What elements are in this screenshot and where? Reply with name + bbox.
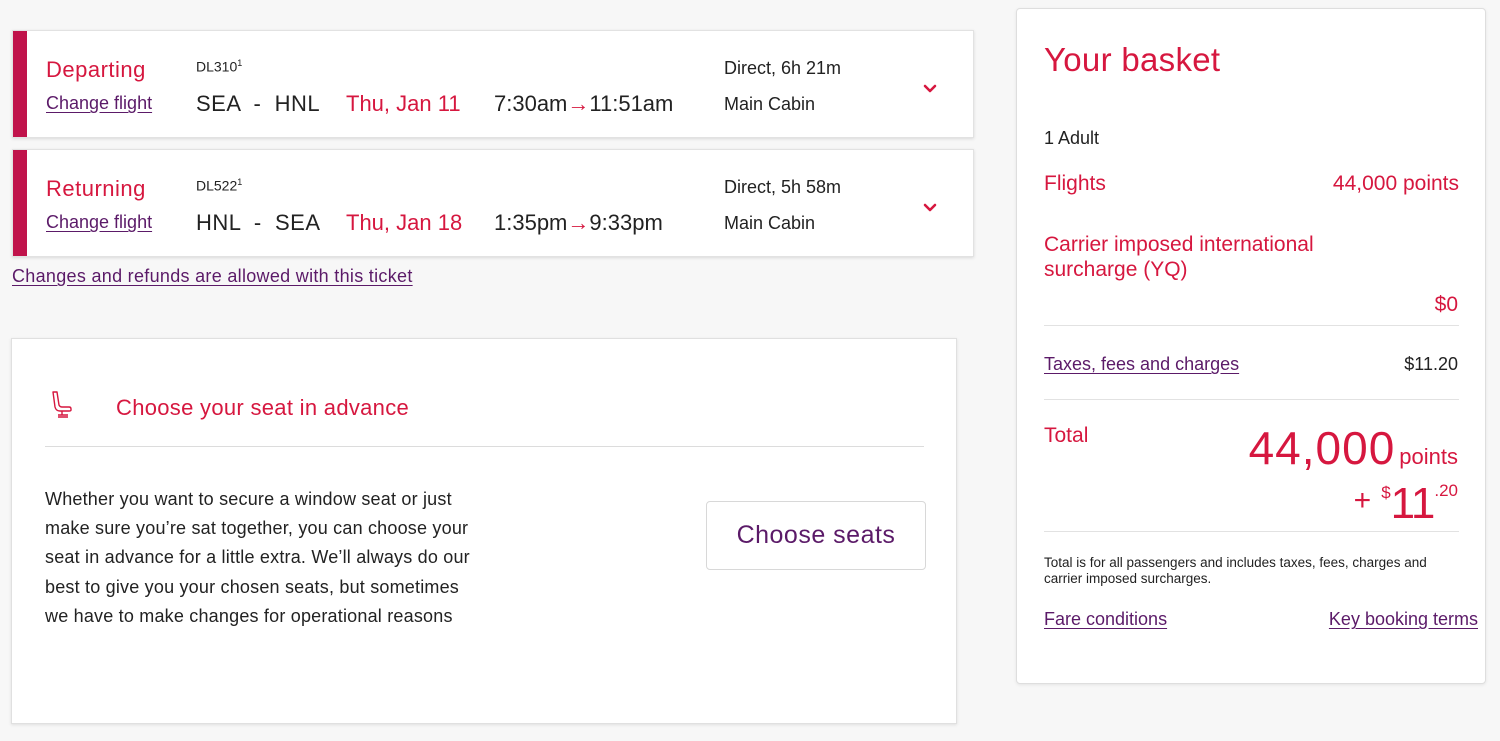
total-cash-cents: .20 — [1434, 481, 1458, 500]
passenger-count: 1 Adult — [1044, 128, 1100, 148]
seat-icon — [52, 391, 72, 418]
divider — [45, 446, 924, 447]
flight-direction: Departing — [46, 57, 146, 82]
flights-label: Flights — [1044, 172, 1106, 195]
divider — [1044, 399, 1459, 400]
basket-panel: Your basket 1 Adult Flights 44,000 point… — [1016, 8, 1486, 684]
flight-card-accent — [13, 31, 27, 137]
fare-conditions-link[interactable]: Fare conditions — [1044, 609, 1167, 630]
key-booking-terms-link[interactable]: Key booking terms — [1329, 609, 1478, 630]
flight-number: DL3101 — [196, 58, 242, 75]
flight-direction: Returning — [46, 176, 146, 201]
depart-time: 1:35pm — [494, 210, 568, 235]
flight-card-returning: Returning Change flight DL5221 HNL - SEA… — [12, 149, 974, 257]
flight-duration: Direct, 6h 21m — [724, 58, 842, 78]
currency-symbol: $ — [1381, 483, 1391, 502]
flight-cabin: Main Cabin — [724, 94, 816, 114]
flight-card-accent — [13, 150, 27, 256]
flight-footnote: 1 — [237, 177, 243, 187]
total-cash-whole: 11 — [1390, 479, 1436, 528]
arrive-time: 11:51am — [589, 91, 674, 116]
flight-date: Thu, Jan 18 — [346, 210, 463, 235]
divider — [1044, 531, 1459, 532]
total-cash: + $11.20 — [1354, 479, 1458, 529]
flight-footnote: 1 — [237, 58, 243, 68]
total-points-value: 44,000 — [1248, 422, 1396, 474]
flights-value: 44,000 points — [1332, 172, 1459, 195]
choose-seats-button[interactable]: Choose seats — [706, 501, 926, 570]
flight-duration: Direct, 5h 58m — [724, 177, 842, 197]
flight-route: SEA - HNL — [196, 91, 321, 116]
seat-section-title: Choose your seat in advance — [116, 395, 410, 420]
changes-refunds-link[interactable]: Changes and refunds are allowed with thi… — [12, 266, 413, 287]
flight-number: DL5221 — [196, 177, 242, 194]
flights-cost-row: Flights 44,000 points — [1044, 172, 1459, 196]
plus-sign: + — [1353, 484, 1372, 517]
change-flight-link[interactable]: Change flight — [46, 93, 152, 114]
chevron-down-icon[interactable] — [918, 77, 942, 101]
total-note: Total is for all passengers and includes… — [1044, 555, 1427, 586]
flight-cabin: Main Cabin — [724, 213, 816, 233]
surcharge-label: Carrier imposed international surcharge … — [1044, 233, 1314, 281]
arrow-right-icon: → — [567, 210, 590, 235]
taxes-fees-link[interactable]: Taxes, fees and charges — [1044, 354, 1239, 375]
basket-title: Your basket — [1044, 41, 1221, 78]
surcharge-value: $0 — [1434, 293, 1458, 316]
total-points-unit: points — [1399, 444, 1458, 469]
seat-section-description: Whether you want to secure a window seat… — [45, 489, 470, 626]
divider — [1044, 325, 1459, 326]
total-label: Total — [1044, 424, 1089, 447]
arrive-time: 9:33pm — [589, 210, 663, 235]
flight-times: 1:35pm→9:33pm — [494, 210, 663, 236]
flight-date: Thu, Jan 11 — [346, 91, 461, 116]
flight-route: HNL - SEA — [196, 210, 321, 235]
flight-number-text: DL310 — [196, 58, 238, 75]
chevron-down-icon[interactable] — [918, 196, 942, 220]
depart-time: 7:30am — [494, 91, 568, 116]
flight-card-departing: Departing Change flight DL3101 SEA - HNL… — [12, 30, 974, 138]
flight-number-text: DL522 — [196, 177, 238, 194]
total-points: 44,000 points — [1249, 421, 1458, 475]
arrow-right-icon: → — [567, 91, 590, 116]
seat-selection-card: Choose your seat in advance Whether you … — [11, 338, 957, 724]
change-flight-link[interactable]: Change flight — [46, 212, 152, 233]
taxes-value: $11.20 — [1404, 354, 1458, 374]
flight-times: 7:30am→11:51am — [494, 91, 673, 117]
